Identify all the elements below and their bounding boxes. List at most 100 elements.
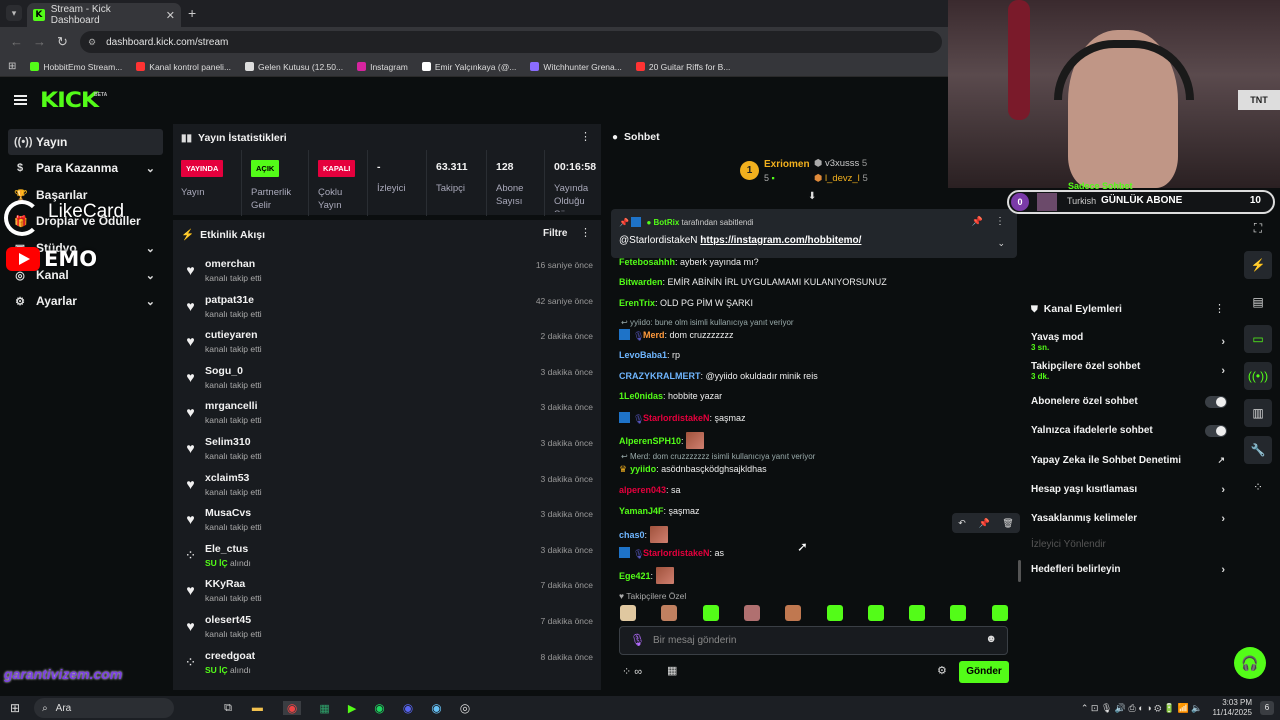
forward-icon[interactable]: →	[33, 34, 46, 49]
quick-emote-icon[interactable]	[867, 605, 884, 621]
clock[interactable]: 3:03 PM 11/14/2025	[1213, 698, 1252, 718]
reply-icon[interactable]: ↶	[958, 518, 966, 529]
support-icon[interactable]: 🎧	[1234, 647, 1266, 679]
chat-input[interactable]: 🎙 Bir mesaj gönderin ☻	[619, 626, 1008, 655]
activity-user[interactable]: olesert45	[205, 614, 251, 626]
quick-emote-icon[interactable]	[909, 605, 926, 621]
browser-tab[interactable]: K Stream - Kick Dashboard ✕	[27, 3, 181, 27]
kick-logo[interactable]: KICK	[40, 88, 99, 112]
quick-emote-icon[interactable]	[661, 605, 678, 621]
channel-action-item[interactable]: Yalnızca ifadelerle sohbet	[1031, 425, 1231, 437]
steam-icon[interactable]: ◉	[431, 701, 441, 715]
activity-item[interactable]: ♥ patpat31e kanalı takip etti 42 saniye önc…	[183, 292, 595, 327]
chat-username[interactable]: Bitwarden	[619, 277, 663, 287]
pinned-collapse-icon[interactable]: ⌄	[997, 238, 1005, 249]
chat-message[interactable]: Ege421:	[619, 567, 674, 584]
bookmark-item[interactable]: Gelen Kutusu (12.50...	[245, 62, 343, 72]
activity-user[interactable]: cutieyaren	[205, 329, 258, 341]
reload-icon[interactable]: ↻	[57, 34, 68, 50]
emoji-icon[interactable]: ☻	[985, 633, 997, 645]
bookmark-item[interactable]: 20 Guitar Riffs for B...	[635, 62, 730, 72]
chat-username[interactable]: 1Le0nidas	[619, 391, 663, 401]
chat-message[interactable]: 1Le0nidas: hobbite yazar	[619, 391, 722, 401]
activity-user[interactable]: xclaim53	[205, 472, 249, 484]
channel-action-item[interactable]: Hesap yaşı kısıtlaması ›	[1031, 484, 1231, 496]
activity-user[interactable]: Sogu_0	[205, 365, 243, 377]
activity-item[interactable]: ♥ olesert45 kanalı takip etti 7 dakika önce	[183, 612, 595, 647]
notification-count[interactable]: 6	[1260, 701, 1274, 715]
toggle-switch[interactable]	[1205, 396, 1227, 408]
spotify-icon[interactable]: ◉	[374, 701, 384, 715]
activity-user[interactable]: KKyRaa	[205, 578, 245, 590]
activity-item[interactable]: ♥ Sogu_0 kanalı takip etti 3 dakika önce	[183, 363, 595, 398]
new-tab-icon[interactable]: +	[188, 5, 196, 21]
activity-item[interactable]: ♥ Selim310 kanalı takip etti 3 dakika önce	[183, 434, 595, 469]
gifter-3[interactable]: ⬢ l_devz_l 5	[814, 173, 868, 184]
top-gifter-name[interactable]: Exriomen	[764, 159, 810, 170]
activity-user[interactable]: creedgoat	[205, 650, 255, 662]
broadcast-toggle-icon[interactable]: ((•))	[1244, 362, 1272, 390]
quick-emote-icon[interactable]	[620, 605, 636, 621]
activity-item[interactable]: ⁘ creedgoat SU İÇ alındı 8 dakika önce	[183, 648, 595, 683]
pinned-link[interactable]: https://instagram.com/hobbitemo/	[700, 235, 861, 246]
pin-message-icon[interactable]: 📌	[978, 518, 989, 529]
send-button[interactable]: Gönder	[959, 661, 1009, 683]
channel-action-item[interactable]: Yapay Zeka ile Sohbet Denetimi ↗	[1031, 455, 1231, 466]
nav-item-0[interactable]: ((•)) Yayın	[8, 129, 163, 155]
activity-item[interactable]: ⁘ Ele_ctus SU İÇ alındı 3 dakika önce	[183, 541, 595, 576]
activity-user[interactable]: Selim310	[205, 436, 251, 448]
nav-item-6[interactable]: ⚙ Ayarlar ⌄	[8, 288, 163, 314]
tab-close-icon[interactable]: ✕	[166, 9, 175, 22]
activity-item[interactable]: ♥ omerchan kanalı takip etti 16 saniye önce	[183, 256, 595, 291]
microphone-icon[interactable]: 🎙	[630, 633, 645, 647]
activity-menu-icon[interactable]: ⋮	[580, 226, 591, 239]
points-icon[interactable]: ⁘ ∞	[622, 665, 642, 678]
chat-username[interactable]: chas0	[619, 530, 645, 540]
chat-username[interactable]: alperen043	[619, 485, 666, 495]
layout-icon[interactable]: ▥	[1244, 399, 1272, 427]
chat-message[interactable]: 🎙Merd: dom cruzzzzzzz	[619, 329, 734, 342]
bookmark-item[interactable]: HobbitEmo Stream...	[30, 62, 122, 72]
quick-emote-icon[interactable]	[826, 605, 843, 621]
chat-username[interactable]: ErenTrix	[619, 298, 655, 308]
activity-item[interactable]: ♥ MusaCvs kanalı takip etti 3 dakika önce	[183, 505, 595, 540]
channel-actions-menu-icon[interactable]: ⋮	[1214, 302, 1225, 315]
activity-user[interactable]: patpat31e	[205, 294, 254, 306]
nav-item-1[interactable]: $ Para Kazanma ⌄	[8, 155, 163, 181]
chat-username[interactable]: Ege421	[619, 571, 651, 581]
quick-emote-icon[interactable]	[950, 605, 967, 621]
chat-message[interactable]: YamanJ4F: şaşmaz	[619, 506, 700, 516]
delete-icon[interactable]: 🗑	[1002, 518, 1013, 529]
chat-username[interactable]: YamanJ4F	[619, 506, 664, 516]
chat-scrollbar[interactable]	[1018, 560, 1021, 582]
bookmark-item[interactable]: Kanal kontrol paneli...	[136, 62, 231, 72]
windows-start-icon[interactable]: ⊞	[10, 701, 20, 715]
wrench-icon[interactable]: 🔧	[1244, 436, 1272, 464]
chat-message[interactable]: AlperenSPH10:	[619, 432, 705, 449]
bookmark-item[interactable]: Emir Yalçınkaya (@...	[421, 62, 516, 72]
quick-emote-icon[interactable]	[785, 605, 802, 621]
task-view-icon[interactable]: ⧉	[224, 702, 232, 715]
activity-item[interactable]: ♥ mrgancelli kanalı takip etti 3 dakika önc…	[183, 398, 595, 433]
chat-message[interactable]: alperen043: sa	[619, 485, 681, 495]
channel-action-item[interactable]: Takipçilere özel sohbet 3 dk. ›	[1031, 361, 1231, 381]
chat-username[interactable]: Merd	[643, 330, 665, 340]
chat-message[interactable]: 🎙StarlordistakeN: as	[619, 547, 724, 560]
chat-message[interactable]: Bitwarden: EMİR ABİNİN İRL UYGULAMAMI KU…	[619, 277, 887, 287]
taskbar-search[interactable]: ⌕ Ara	[34, 698, 175, 718]
chat-username[interactable]: Fetebosahhh	[619, 257, 675, 267]
chat-message[interactable]: Fetebosahhh: ayberk yayında mı?	[619, 257, 759, 267]
unpin-icon[interactable]: 📌	[972, 216, 983, 227]
chat-message[interactable]: LevoBaba1: rp	[619, 350, 680, 360]
chat-message[interactable]: chas0:	[619, 526, 668, 543]
kick-app-icon[interactable]: ▶	[348, 702, 356, 715]
chat-username[interactable]: StarlordistakeN	[643, 413, 710, 423]
chat-message[interactable]: 🎙StarlordistakeN: şaşmaz	[619, 412, 746, 425]
site-info-icon[interactable]: ⚙	[88, 37, 96, 48]
chat-username[interactable]: StarlordistakeN	[643, 548, 710, 558]
gifter-2[interactable]: ⬢ v3xusss 5	[814, 158, 867, 169]
activity-user[interactable]: MusaCvs	[205, 507, 251, 519]
apps-grid-icon[interactable]: ⊞	[8, 61, 16, 72]
chat-settings-icon[interactable]: ⚙	[937, 664, 947, 677]
activity-user[interactable]: Ele_ctus	[205, 543, 248, 555]
